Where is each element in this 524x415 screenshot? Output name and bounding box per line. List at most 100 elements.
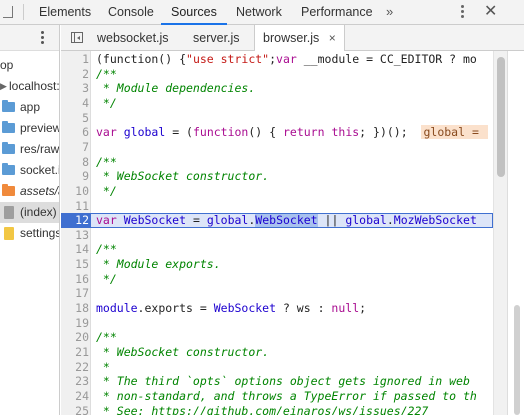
line-text: */ [96, 95, 117, 110]
code-line[interactable]: 19 [61, 316, 493, 331]
line-text: * The third `opts` options object gets i… [96, 374, 470, 389]
line-number[interactable]: 11 [61, 199, 89, 214]
scrollbar-thumb[interactable] [497, 57, 505, 177]
line-number[interactable]: 9 [61, 169, 89, 184]
line-number[interactable]: 5 [61, 111, 89, 126]
code-line[interactable]: 17 [61, 286, 493, 301]
line-number[interactable]: 13 [61, 228, 89, 243]
line-number[interactable]: 25 [61, 404, 89, 415]
code-line[interactable]: 10 */ [61, 184, 493, 199]
tree-item-socket[interactable]: socket.i [0, 160, 59, 181]
tree-item-label: preview [20, 121, 60, 135]
code-line[interactable]: 13 [61, 228, 493, 243]
code-line[interactable]: 3 * Module dependencies. [61, 81, 493, 96]
navigator-menu-icon[interactable] [40, 31, 46, 45]
tab-performance[interactable]: Performance [299, 0, 375, 24]
tree-item-label: op [0, 58, 14, 72]
folder-icon [2, 100, 15, 112]
line-number[interactable]: 8 [61, 155, 89, 170]
tree-item-index[interactable]: (index) [0, 202, 59, 223]
line-number[interactable]: 15 [61, 257, 89, 272]
tree-item-label: assets/a [20, 184, 59, 198]
line-number[interactable]: 14 [61, 242, 89, 257]
line-number[interactable]: 12 [61, 213, 91, 228]
tree-item-app[interactable]: app [0, 97, 59, 118]
tab-network[interactable]: Network [234, 0, 284, 24]
code-line[interactable]: 20 /** [61, 330, 493, 345]
script-file-icon [4, 227, 14, 240]
folder-icon [2, 121, 15, 133]
line-text: */ [96, 271, 117, 286]
code-line[interactable]: 14 /** [61, 242, 493, 257]
line-number[interactable]: 17 [61, 286, 89, 301]
code-scrollbar[interactable] [493, 51, 507, 415]
line-number[interactable]: 2 [61, 67, 89, 82]
line-text: /** [96, 154, 117, 169]
code-editor[interactable]: 1 (function() {"use strict";var __module … [61, 51, 524, 415]
line-text: * non-standard, and throws a TypeError i… [96, 388, 477, 403]
tree-item-top[interactable]: op [0, 55, 59, 76]
close-devtools-icon[interactable]: ✕ [484, 0, 497, 24]
code-line[interactable]: 23 * The third `opts` options object get… [61, 374, 493, 389]
tab-elements[interactable]: Elements [37, 0, 93, 24]
line-number[interactable]: 22 [61, 360, 89, 375]
line-text: * WebSocket constructor. [96, 345, 270, 359]
code-line[interactable]: 5 [61, 111, 493, 126]
editor-tab-server[interactable]: server.js [185, 25, 248, 51]
dock-icon[interactable] [0, 0, 22, 24]
line-number[interactable]: 21 [61, 345, 89, 360]
tree-item-assets[interactable]: assets/a [0, 181, 59, 202]
code-line[interactable]: 7 [61, 140, 493, 155]
line-number[interactable]: 4 [61, 96, 89, 111]
code-line[interactable]: 6 var global = (function() { return this;… [61, 125, 493, 140]
code-line[interactable]: 22 * [61, 360, 493, 375]
file-navigator: op ▶ localhost: app preview res/raw sock… [0, 25, 60, 415]
line-number[interactable]: 10 [61, 184, 89, 199]
editor-tab-browser[interactable]: browser.js × [254, 25, 345, 52]
line-number[interactable]: 16 [61, 272, 89, 287]
line-number[interactable]: 20 [61, 330, 89, 345]
tab-close-icon[interactable]: × [329, 25, 336, 51]
customize-menu-icon[interactable] [457, 4, 467, 20]
code-line[interactable]: 12 var WebSocket = global.WebSocket || gl… [61, 213, 493, 228]
line-text: /** [96, 242, 117, 257]
code-line[interactable]: 2 /** [61, 67, 493, 82]
code-line[interactable]: 1 (function() {"use strict";var __module … [61, 52, 493, 67]
editor-tab-label: browser.js [263, 31, 320, 45]
code-line[interactable]: 21 * WebSocket constructor. [61, 345, 493, 360]
tree-item-preview[interactable]: preview [0, 118, 60, 139]
code-line[interactable]: 11 [61, 199, 493, 214]
code-line[interactable]: 25 * See: https://github.com/einaros/ws/… [61, 404, 493, 415]
line-number[interactable]: 3 [61, 81, 89, 96]
line-number[interactable]: 18 [61, 301, 89, 316]
toggle-navigator-icon[interactable] [71, 32, 83, 43]
tab-console[interactable]: Console [106, 0, 156, 24]
editor-tab-websocket[interactable]: websocket.js [89, 25, 177, 51]
tree-item-label: app [20, 100, 41, 114]
line-number[interactable]: 19 [61, 316, 89, 331]
code-line[interactable]: 15 * Module exports. [61, 257, 493, 272]
code-line[interactable]: 9 * WebSocket constructor. [61, 169, 493, 184]
folder-icon [2, 184, 15, 196]
line-number[interactable]: 7 [61, 140, 89, 155]
line-text: (function() {"use strict";var __module =… [96, 52, 477, 66]
line-text: * Module exports. [96, 257, 221, 272]
tree-item-localhost[interactable]: ▶ localhost: [0, 76, 59, 97]
line-text: var global = (function() { return this; … [96, 125, 488, 140]
debugger-pane-scrollbar[interactable] [514, 305, 520, 415]
tree-item-settings[interactable]: settings [0, 223, 59, 244]
line-number[interactable]: 23 [61, 374, 89, 389]
code-line[interactable]: 16 */ [61, 272, 493, 287]
code-line[interactable]: 24 * non-standard, and throws a TypeErro… [61, 389, 493, 404]
line-number[interactable]: 6 [61, 125, 89, 140]
code-line[interactable]: 18 module.exports = WebSocket ? ws : null… [61, 301, 493, 316]
tree-item-res-raw[interactable]: res/raw [0, 139, 59, 160]
line-text: * [96, 359, 110, 374]
code-line[interactable]: 8 /** [61, 155, 493, 170]
line-number[interactable]: 24 [61, 389, 89, 404]
debugger-pane-edge [507, 51, 524, 415]
more-tabs-icon[interactable]: » [386, 0, 393, 24]
line-number[interactable]: 1 [61, 52, 89, 67]
code-line[interactable]: 4 */ [61, 96, 493, 111]
tab-sources[interactable]: Sources [161, 0, 227, 25]
